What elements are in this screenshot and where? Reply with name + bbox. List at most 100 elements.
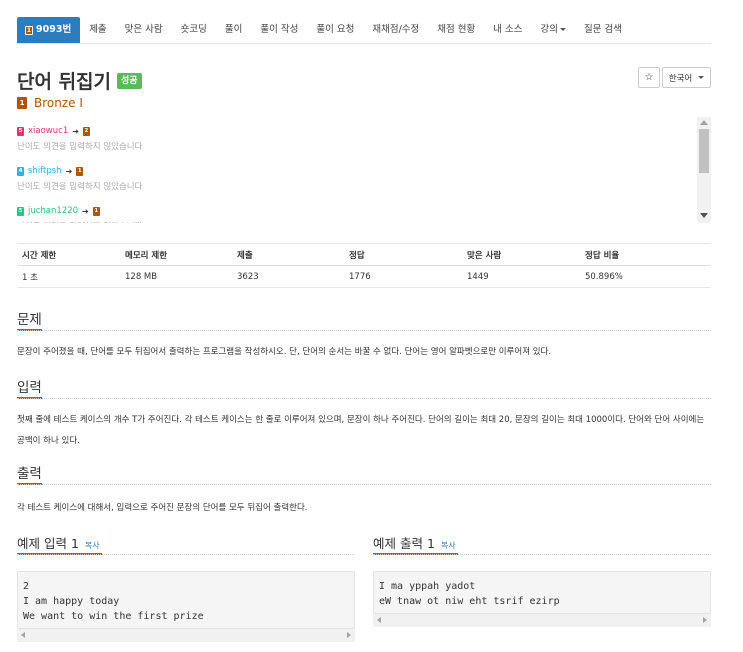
- tab-4[interactable]: 풀이: [216, 17, 251, 43]
- user-tier-icon: 4: [17, 166, 24, 176]
- tab-label: 9093번: [36, 24, 72, 35]
- status-badge: 성공: [117, 72, 142, 89]
- star-button[interactable]: ☆: [638, 67, 660, 88]
- tab-2[interactable]: 맞은 사람: [116, 17, 172, 43]
- tab-label: 풀이 요청: [316, 24, 355, 35]
- sample-output-heading: 예제 출력 1 복사: [373, 533, 456, 552]
- tab-label: 내 소스: [493, 24, 523, 35]
- section-divider: [17, 398, 711, 399]
- page-title: 단어 뒤집기 성공: [17, 67, 142, 94]
- vote-header: 5 xiaowuc1 ➔ 2: [17, 125, 142, 137]
- scroll-left-icon[interactable]: [377, 617, 381, 623]
- stats-cell: 128 MB: [120, 265, 232, 288]
- vote-header: 4 shiftpsh ➔ 1: [17, 165, 142, 177]
- vote-comment: 난이도 의견을 입력하지 않았습니다: [17, 220, 142, 223]
- tab-label: 채점 현황: [437, 24, 476, 35]
- vote-comment: 난이도 의견을 입력하지 않았습니다: [17, 142, 143, 152]
- stats-header: 정답 비율: [580, 243, 711, 266]
- problem-heading-text: 문제: [17, 312, 42, 328]
- arrow-right-icon: ➔: [82, 206, 89, 216]
- scroll-left-icon[interactable]: [21, 632, 25, 638]
- sample-input-title: 예제 입력 1: [17, 536, 79, 551]
- tier-icon: 1: [25, 25, 33, 35]
- copy-sample-output-button[interactable]: 복사: [441, 540, 456, 551]
- stats-header: 제출: [232, 243, 344, 266]
- scroll-right-icon[interactable]: [703, 617, 707, 623]
- user-tier-icon: 5: [17, 126, 24, 136]
- problem-tabs: 1 9093번 제출 맞은 사람 숏코딩 풀이 풀이 작성 풀이 요청 재채점/수정 채점 현황 내…: [17, 17, 631, 43]
- stats-header: 시간 제한: [17, 243, 120, 266]
- sample-output-title: 예제 출력 1: [373, 536, 435, 551]
- language-dropdown[interactable]: 한국어: [662, 67, 711, 88]
- tab-label: 숏코딩: [180, 24, 207, 35]
- section-divider: [17, 484, 711, 485]
- tab-7[interactable]: 재채점/수정: [363, 17, 428, 43]
- arrow-right-icon: ➔: [65, 166, 73, 176]
- stats-cell: 50.896%: [580, 265, 711, 288]
- tab-label: 제출: [89, 24, 107, 35]
- vote-header: 5 juchan1220 ➔ 1: [17, 205, 142, 217]
- tab-5[interactable]: 풀이 작성: [251, 17, 307, 43]
- chevron-down-icon: [698, 76, 705, 79]
- stats-cell: 1 초: [17, 265, 120, 288]
- tier-label[interactable]: 1 Bronze I: [17, 96, 83, 110]
- tab-label: 재채점/수정: [372, 24, 420, 35]
- tab-label: 질문 검색: [583, 24, 622, 35]
- tab-3[interactable]: 숏코딩: [172, 17, 216, 43]
- tier-name: Bronze I: [34, 96, 83, 110]
- tab-label: 풀이 작성: [260, 24, 299, 35]
- sample-input-hscroll[interactable]: [17, 629, 355, 642]
- scroll-thumb[interactable]: [699, 129, 709, 173]
- language-label: 한국어: [668, 73, 693, 84]
- tab-label: 풀이: [224, 24, 243, 35]
- votes-scrollbar[interactable]: [697, 117, 711, 223]
- tab-11[interactable]: 질문 검색: [575, 17, 631, 43]
- vote-username[interactable]: shiftpsh: [28, 166, 62, 176]
- section-divider: [373, 554, 711, 555]
- user-tier-icon: 5: [17, 206, 24, 216]
- scroll-down-icon[interactable]: [700, 213, 708, 218]
- tabs-divider: [17, 43, 711, 44]
- scroll-right-icon[interactable]: [347, 632, 351, 638]
- stats-header: 메모리 제한: [120, 243, 232, 266]
- tab-0[interactable]: 1 9093번: [17, 17, 81, 43]
- scroll-up-icon[interactable]: [700, 120, 708, 125]
- tier-icon: 1: [17, 97, 27, 109]
- tab-9[interactable]: 내 소스: [484, 17, 531, 43]
- star-icon: ☆: [644, 72, 654, 83]
- stats-cell: 3623: [232, 265, 344, 288]
- vote-username[interactable]: juchan1220: [28, 206, 78, 216]
- copy-sample-input-button[interactable]: 복사: [85, 540, 100, 551]
- stats-cell: 1449: [462, 265, 580, 288]
- tab-8[interactable]: 채점 현황: [428, 17, 484, 43]
- tab-label: 강의: [540, 24, 558, 35]
- voted-tier-icon: 2: [82, 126, 90, 136]
- vote-item: 5 xiaowuc1 ➔ 2 난이도 의견을 입력하지 않았습니다: [17, 125, 142, 152]
- problem-description: 문장이 주어졌을 때, 단어를 모두 뒤집어서 출력하는 프로그램을 작성하시오…: [17, 347, 552, 357]
- difficulty-votes: 5 xiaowuc1 ➔ 2 난이도 의견을 입력하지 않았습니다 4 shiftpsh ➔ 1…: [17, 117, 711, 223]
- section-divider: [17, 330, 711, 331]
- tab-1[interactable]: 제출: [80, 17, 115, 43]
- problem-stats-table: 시간 제한 메모리 제한 제출 정답 맞은 사람 정답 비율 1 초 128 MB 3623 1…: [17, 243, 711, 288]
- tab-10[interactable]: 강의: [531, 17, 574, 43]
- tab-6[interactable]: 풀이 요청: [307, 17, 363, 43]
- tab-label: 맞은 사람: [124, 24, 163, 35]
- problem-title: 단어 뒤집기: [17, 71, 112, 93]
- sample-input-heading: 예제 입력 1 복사: [17, 533, 100, 552]
- stats-header: 정답: [344, 243, 462, 266]
- vote-item: 5 juchan1220 ➔1 난이도 의견을 입력하지 않았습니다: [17, 205, 142, 223]
- vote-username[interactable]: xiaowuc1: [28, 126, 68, 136]
- output-description: 각 테스트 케이스에 대해서, 입력으로 주어진 문장의 단어를 모두 뒤집어 …: [17, 503, 308, 513]
- output-heading-text: 출력: [17, 466, 42, 482]
- output-heading: 출력: [17, 462, 42, 485]
- sample-input-code[interactable]: 2 I am happy today We want to win the fi…: [17, 571, 355, 629]
- sample-output-code[interactable]: I ma yppah yadot eW tnaw ot niw eht tsri…: [373, 571, 711, 614]
- input-heading-text: 입력: [17, 380, 42, 396]
- sample-output-hscroll[interactable]: [373, 614, 711, 627]
- section-divider: [17, 554, 355, 555]
- stats-cell: 1776: [344, 265, 462, 288]
- input-description: 첫째 줄에 테스트 케이스의 개수 T가 주어진다. 각 테스트 케이스는 한 …: [17, 415, 705, 446]
- voted-tier-icon: 1: [76, 166, 84, 176]
- vote-comment: 난이도 의견을 입력하지 않았습니다: [17, 182, 143, 192]
- input-heading: 입력: [17, 376, 42, 399]
